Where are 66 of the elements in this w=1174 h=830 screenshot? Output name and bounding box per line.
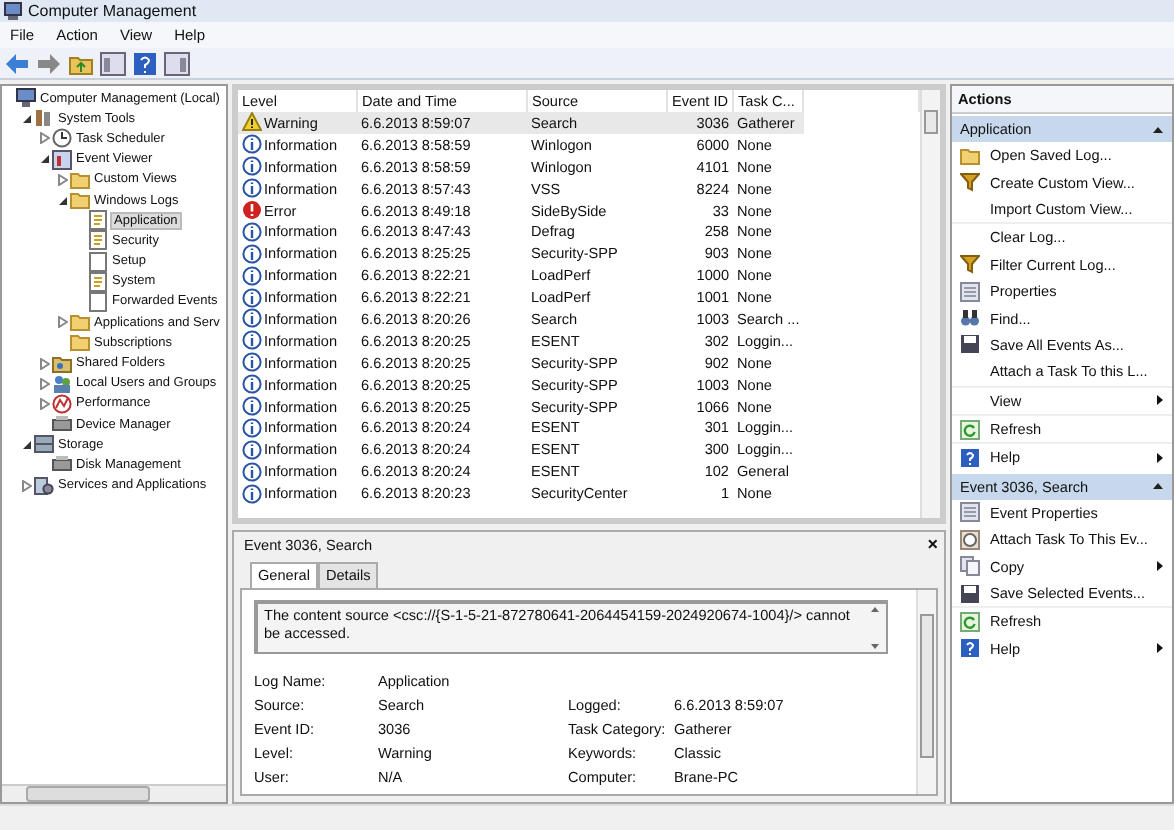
storage-icon [34,434,54,455]
log-icon [88,230,108,251]
refresh-icon [960,419,980,440]
folder-icon [960,145,980,166]
log-icon [88,210,108,231]
document-icon [88,251,108,272]
refresh-icon [960,611,980,632]
horizontal-scrollbar[interactable] [2,784,226,802]
submenu-arrow-icon [1156,560,1164,573]
window-title: Computer Management [28,2,197,20]
info-icon [242,156,262,177]
back-arrow-icon [4,51,30,75]
users-icon [52,373,72,394]
info-icon [242,243,262,264]
warning-icon [242,112,262,133]
error-icon [242,200,262,220]
device-icon [52,454,72,475]
close-button[interactable]: × [927,534,938,554]
info-icon [242,439,262,460]
folder-icon [70,190,90,211]
help-icon [960,447,980,468]
copy-icon [960,556,980,577]
vertical-scrollbar[interactable] [916,590,936,794]
info-icon [242,352,262,373]
info-icon [242,265,262,286]
event-viewer-icon [52,149,72,170]
folder-icon [70,312,90,333]
device-icon [52,414,72,435]
info-icon [242,461,262,482]
document-icon [88,291,108,312]
collapse-arrow-icon [1152,125,1164,133]
help-icon [132,51,158,75]
help-icon [960,638,980,659]
info-icon [242,374,262,395]
folder-icon [70,169,90,190]
computer-icon [4,2,22,20]
properties-icon [960,502,980,523]
services-icon [34,475,54,496]
submenu-arrow-icon [1156,394,1164,407]
info-icon [242,330,262,351]
info-icon [242,417,262,438]
submenu-arrow-icon [1156,642,1164,655]
shared-folder-icon [52,353,72,374]
forward-arrow-icon [36,51,62,75]
submenu-arrow-icon [1156,451,1164,464]
info-icon [242,308,262,329]
collapse-arrow-icon [1152,482,1164,491]
info-icon [242,483,262,504]
computer-icon [16,88,36,109]
filter-icon [960,172,980,193]
info-icon [242,287,262,308]
folder-up-icon [68,51,94,75]
binoculars-icon [960,308,980,329]
folder-icon [70,332,90,353]
vertical-scrollbar[interactable] [920,90,940,518]
log-icon [88,271,108,292]
tools-icon [34,108,54,129]
filter-icon [960,254,980,275]
info-icon [242,178,262,199]
info-icon [242,396,262,417]
scroll-arrows-icon [870,606,880,650]
info-icon [242,221,262,242]
info-icon [242,134,262,155]
console-tree-icon [100,51,126,75]
properties-icon [960,281,980,302]
action-pane-icon [164,51,190,75]
